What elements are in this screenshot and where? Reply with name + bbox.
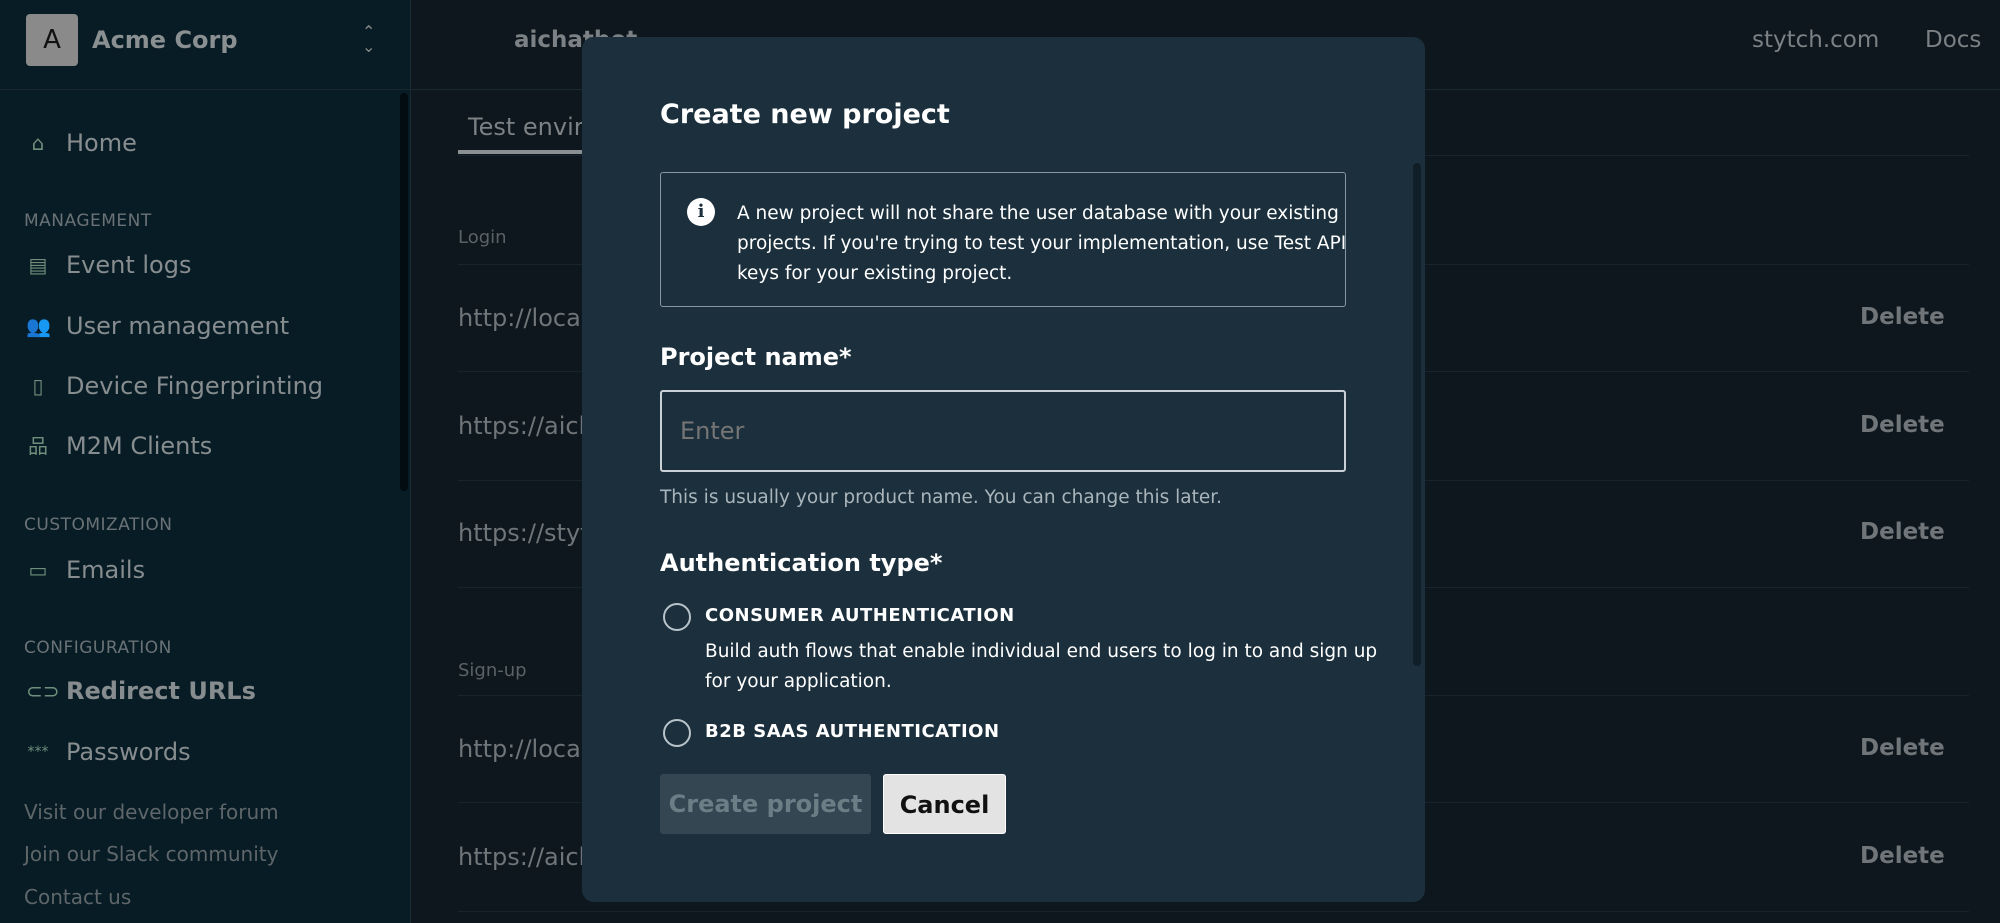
delete-button[interactable]: Delete: [1860, 304, 1945, 330]
org-avatar: A: [26, 14, 78, 66]
org-switcher-chevron-icon[interactable]: ⌃ ⌄: [362, 24, 375, 55]
contact-us-link[interactable]: Contact us: [24, 885, 131, 909]
delete-button[interactable]: Delete: [1860, 412, 1945, 438]
org-name[interactable]: Acme Corp: [92, 26, 238, 54]
section-management: MANAGEMENT: [24, 211, 152, 231]
dialog-scrollbar[interactable]: [1413, 163, 1421, 666]
desc-line: for your application.: [705, 671, 892, 692]
sidebar: A Acme Corp ⌃ ⌄ ⌂ Home MANAGEMENT ▤ Event…: [0, 0, 411, 923]
phone-icon: ▯: [32, 374, 44, 398]
sidebar-item-passwords[interactable]: Passwords: [66, 738, 191, 766]
stytch-link[interactable]: stytch.com: [1752, 27, 1879, 53]
hierarchy-icon: 品: [28, 434, 48, 458]
row-divider: [458, 911, 1969, 912]
sidebar-scrollbar[interactable]: [400, 93, 408, 491]
create-project-button[interactable]: Create project: [660, 774, 871, 834]
create-project-dialog: Create new project i A new project will …: [582, 37, 1425, 902]
section-customization: CUSTOMIZATION: [24, 515, 173, 535]
project-name-label: Project name*: [660, 343, 852, 371]
login-url: https://styt: [458, 519, 590, 547]
signup-url: https://aich: [458, 843, 594, 871]
sidebar-item-user-management[interactable]: User management: [66, 312, 289, 340]
info-line: A new project will not share the user da…: [737, 203, 1339, 224]
users-icon: 👥: [26, 314, 51, 338]
developer-forum-link[interactable]: Visit our developer forum: [24, 800, 279, 824]
active-tab-indicator: [458, 150, 588, 154]
dialog-title: Create new project: [660, 99, 950, 130]
section-configuration: CONFIGURATION: [24, 638, 172, 658]
delete-button[interactable]: Delete: [1860, 843, 1945, 869]
consumer-auth-label[interactable]: CONSUMER AUTHENTICATION: [705, 605, 1015, 626]
sidebar-item-home[interactable]: Home: [66, 129, 137, 157]
info-icon: i: [687, 198, 715, 226]
link-icon: ⊂⊃: [26, 679, 60, 703]
login-url: http://local: [458, 304, 588, 332]
tab-test-environment[interactable]: Test envir: [468, 113, 584, 141]
consumer-auth-desc: Build auth flows that enable individual …: [705, 637, 1377, 697]
project-name-input[interactable]: [660, 390, 1346, 472]
sidebar-item-m2m-clients[interactable]: M2M Clients: [66, 432, 212, 460]
password-icon: ***: [27, 744, 49, 760]
email-template-icon: ▭: [28, 558, 48, 582]
b2b-auth-label[interactable]: B2B SAAS AUTHENTICATION: [705, 721, 1000, 742]
cancel-button[interactable]: Cancel: [883, 774, 1006, 834]
info-line: keys for your existing project.: [737, 263, 1013, 284]
consumer-auth-radio[interactable]: [663, 603, 691, 631]
home-icon: ⌂: [31, 131, 45, 155]
sidebar-item-event-logs[interactable]: Event logs: [66, 251, 191, 279]
docs-link[interactable]: Docs: [1925, 27, 1981, 53]
slack-community-link[interactable]: Join our Slack community: [24, 842, 278, 866]
auth-type-label: Authentication type*: [660, 549, 943, 577]
project-name-help: This is usually your product name. You c…: [660, 487, 1223, 508]
signup-url: http://local: [458, 735, 588, 763]
sidebar-item-device-fingerprinting[interactable]: Device Fingerprinting: [66, 372, 323, 400]
list-icon: ▤: [28, 253, 48, 277]
info-line: projects. If you're trying to test your …: [737, 233, 1347, 254]
login-section-label: Login: [458, 227, 507, 248]
info-callout: i A new project will not share the user …: [660, 172, 1346, 307]
sidebar-item-emails[interactable]: Emails: [66, 556, 145, 584]
login-url: https://aich: [458, 412, 594, 440]
b2b-auth-radio[interactable]: [663, 719, 691, 747]
info-text: A new project will not share the user da…: [737, 199, 1346, 289]
signup-section-label: Sign-up: [458, 660, 527, 681]
desc-line: Build auth flows that enable individual …: [705, 641, 1378, 662]
delete-button[interactable]: Delete: [1860, 735, 1945, 761]
delete-button[interactable]: Delete: [1860, 519, 1945, 545]
sidebar-item-redirect-urls[interactable]: Redirect URLs: [66, 677, 256, 705]
